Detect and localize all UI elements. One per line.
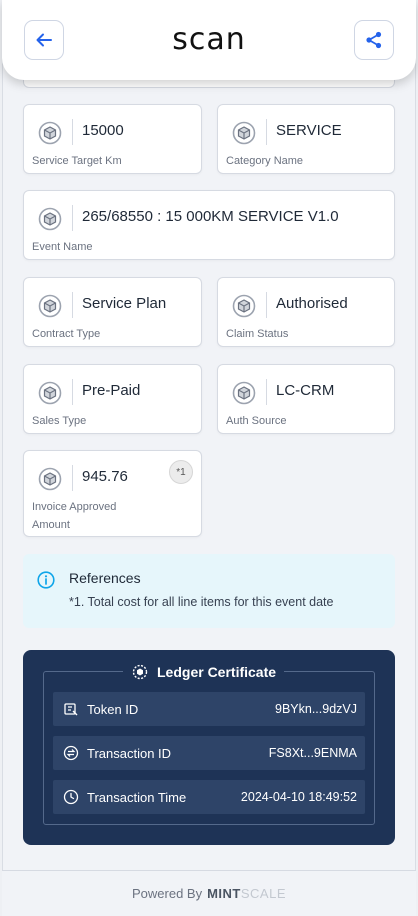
transaction-icon	[63, 745, 79, 761]
field-card-event-name: 265/68550 : 15 000KM SERVICE V1.0 Event …	[23, 190, 395, 260]
clock-icon	[63, 789, 79, 805]
cube-icon	[38, 381, 62, 405]
divider	[72, 119, 73, 145]
field-label: Service Target Km	[32, 155, 122, 167]
cube-icon	[232, 294, 256, 318]
field-value: LC-CRM	[276, 382, 335, 399]
field-label: Claim Status	[226, 328, 289, 340]
cube-icon	[38, 207, 62, 231]
field-card-service-target-km: 15000 Service Target Km	[23, 104, 202, 174]
ledger-certificate: Ledger Certificate Token ID 9BYkn...9dzV…	[23, 650, 395, 845]
divider	[72, 292, 73, 318]
ledger-key: Transaction Time	[87, 789, 187, 805]
token-icon	[63, 701, 79, 717]
field-label: Invoice Approved Amount	[32, 501, 117, 531]
divider	[266, 379, 267, 405]
footer: Powered By MINTSCALE	[2, 870, 416, 916]
field-label: Sales Type	[32, 415, 87, 427]
field-card-contract-type: Service Plan Contract Type	[23, 277, 202, 347]
cube-icon	[232, 381, 256, 405]
field-label: Category Name	[226, 155, 304, 167]
references-panel: References *1. Total cost for all line i…	[23, 554, 395, 628]
ledger-row-transaction-time[interactable]: Transaction Time 2024-04-10 18:49:52	[53, 780, 365, 814]
cube-icon	[232, 121, 256, 145]
ledger-value: 2024-04-10 18:49:52	[240, 790, 357, 804]
logo-text: scan	[172, 22, 246, 57]
mintscale-logo[interactable]: MINTSCALE	[207, 886, 286, 901]
divider	[72, 465, 73, 491]
references-text: *1. Total cost for all line items for th…	[69, 595, 334, 609]
cube-icon	[38, 467, 62, 491]
divider	[266, 119, 267, 145]
ledger-value: 9BYkn...9dzVJ	[275, 702, 357, 716]
brand-secondary: SCALE	[240, 886, 286, 901]
field-card-sales-type: Pre-Paid Sales Type	[23, 364, 202, 434]
field-card-auth-source: LC-CRM Auth Source	[217, 364, 395, 434]
share-icon	[366, 31, 382, 49]
field-value: 15000	[82, 122, 124, 139]
field-value: 945.76	[82, 468, 128, 485]
field-label: Event Name	[32, 241, 93, 253]
cube-icon	[38, 294, 62, 318]
field-value: Pre-Paid	[82, 382, 141, 399]
field-value: 265/68550 : 15 000KM SERVICE V1.0	[82, 208, 339, 225]
ledger-key: Transaction ID	[87, 745, 172, 761]
app-header: scan	[2, 0, 416, 80]
references-title: References	[69, 570, 141, 586]
ledger-value: FS8Xt...9ENMA	[268, 746, 357, 760]
reference-badge[interactable]: *1	[169, 460, 193, 484]
divider	[72, 205, 73, 231]
cube-icon	[38, 121, 62, 145]
ledger-row-token-id[interactable]: Token ID 9BYkn...9dzVJ	[53, 692, 365, 726]
field-value: Authorised	[276, 295, 348, 312]
field-value: SERVICE	[276, 122, 342, 139]
ledger-row-transaction-id[interactable]: Transaction ID FS8Xt...9ENMA	[53, 736, 365, 770]
ledger-key: Token ID	[87, 701, 139, 717]
ledger-title: Ledger Certificate	[123, 659, 285, 685]
powered-by-text: Powered By	[131, 886, 203, 901]
field-card-invoice-approved-amount: 945.76 *1 Invoice Approved Amount	[23, 450, 202, 537]
certificate-icon	[132, 664, 148, 680]
divider	[72, 379, 73, 405]
field-label: Auth Source	[226, 415, 287, 427]
share-button[interactable]	[354, 20, 394, 60]
field-card-category-name: SERVICE Category Name	[217, 104, 395, 174]
field-card-claim-status: Authorised Claim Status	[217, 277, 395, 347]
ledger-title-text: Ledger Certificate	[157, 664, 277, 680]
field-value: Service Plan	[82, 295, 167, 312]
brand-primary: MINT	[207, 886, 241, 901]
info-icon	[37, 571, 55, 589]
field-label: Contract Type	[32, 328, 101, 340]
divider	[266, 292, 267, 318]
